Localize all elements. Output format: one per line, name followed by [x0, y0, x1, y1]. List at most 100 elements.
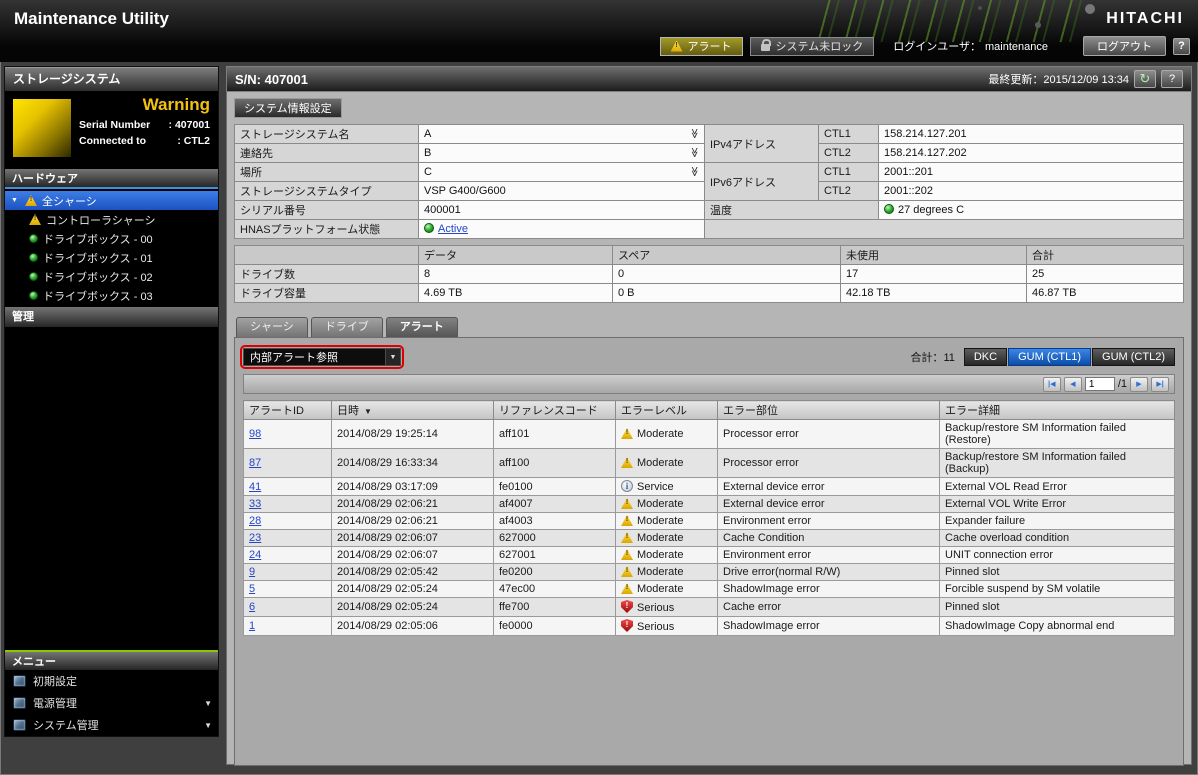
- first-page-button[interactable]: |◀: [1043, 377, 1061, 392]
- alert-id-link[interactable]: 6: [249, 601, 255, 613]
- column-header-reference-code[interactable]: リファレンスコード: [494, 401, 616, 420]
- next-page-button[interactable]: ▶: [1130, 377, 1148, 392]
- alert-part-cell: Environment error: [718, 547, 940, 564]
- tree-item-controller-chassis[interactable]: コントローラシャーシ: [5, 210, 218, 229]
- sn-header-right: 最終更新：2015/12/09 13:34 ↻ ?: [988, 70, 1183, 88]
- tree-item-all-chassis[interactable]: ▼ 全シャーシ: [5, 191, 218, 210]
- alert-datetime-cell: 2014/08/29 02:06:21: [332, 496, 494, 513]
- column-header-error-part[interactable]: エラー部位: [718, 401, 940, 420]
- hnas-value: Active: [419, 220, 705, 239]
- tab-alerts[interactable]: アラート: [386, 317, 458, 337]
- location-value: C≫: [419, 163, 705, 182]
- alert-filter-dropdown[interactable]: 内部アラート参照 ▼: [243, 348, 401, 366]
- tree-item-drive-box-00[interactable]: ドライブボックス - 00: [5, 229, 218, 248]
- green-status-icon: [884, 204, 894, 214]
- alert-id-link[interactable]: 87: [249, 457, 261, 469]
- alert-id-link[interactable]: 33: [249, 498, 261, 510]
- tree-item-drive-box-02[interactable]: ドライブボックス - 02: [5, 267, 218, 286]
- ipv4-ctl1-value: 158.214.127.201: [879, 125, 1184, 144]
- alert-part-cell: Drive error(normal R/W): [718, 564, 940, 581]
- pagination-toolbar: |◀ ◀ /1 ▶ ▶|: [243, 374, 1175, 394]
- alert-ref-cell: ffe700: [494, 598, 616, 617]
- sn-header: S/N: 407001 最終更新：2015/12/09 13:34 ↻ ?: [226, 66, 1192, 92]
- menu-item-label: 電源管理: [33, 695, 77, 711]
- alert-row: 23 2014/08/29 02:06:07 627000 Moderate C…: [244, 530, 1175, 547]
- tab-chassis[interactable]: シャーシ: [236, 317, 308, 337]
- scope-gum-ctl2-button[interactable]: GUM (CTL2): [1092, 348, 1175, 366]
- expand-chevron-icon[interactable]: ≫: [688, 128, 699, 138]
- alert-ref-cell: 47ec00: [494, 581, 616, 598]
- alert-row: 6 2014/08/29 02:05:24 ffe700 Serious Cac…: [244, 598, 1175, 617]
- storage-type-label: ストレージシステムタイプ: [235, 182, 419, 201]
- drive-col-total: 合計: [1027, 246, 1184, 265]
- ctl1-label: CTL1: [819, 163, 879, 182]
- last-update: 最終更新：2015/12/09 13:34: [988, 71, 1129, 87]
- system-unlock-button[interactable]: システム未ロック: [750, 37, 875, 56]
- tree-item-drive-box-01[interactable]: ドライブボックス - 01: [5, 248, 218, 267]
- alert-detail-cell: UNIT connection error: [940, 547, 1175, 564]
- hitachi-logo: HITACHI: [1106, 10, 1184, 28]
- scope-gum-ctl1-button[interactable]: GUM (CTL1): [1008, 348, 1091, 366]
- alert-row: 24 2014/08/29 02:06:07 627001 Moderate E…: [244, 547, 1175, 564]
- alert-id-link[interactable]: 5: [249, 583, 255, 595]
- expand-chevron-icon[interactable]: ≫: [688, 147, 699, 157]
- alert-id-link[interactable]: 24: [249, 549, 261, 561]
- green-status-icon: [424, 223, 434, 233]
- menu-item-power-management[interactable]: 電源管理 ▼: [5, 692, 218, 714]
- column-header-error-level[interactable]: エラーレベル: [616, 401, 718, 420]
- tree-item-label: ドライブボックス - 02: [43, 269, 153, 285]
- alert-part-cell: ShadowImage error: [718, 581, 940, 598]
- scope-button-group: DKC GUM (CTL1) GUM (CTL2): [963, 348, 1175, 366]
- alert-status-button[interactable]: アラート: [660, 37, 743, 56]
- system-info-settings-button[interactable]: システム情報設定: [234, 98, 342, 118]
- logout-button[interactable]: ログアウト: [1083, 36, 1166, 56]
- expand-chevron-icon[interactable]: ≫: [688, 166, 699, 176]
- alert-scope-controls: 合計：11 DKC GUM (CTL1) GUM (CTL2): [910, 348, 1175, 366]
- last-page-button[interactable]: ▶|: [1151, 377, 1169, 392]
- alert-part-cell: External device error: [718, 478, 940, 496]
- alert-part-cell: Processor error: [718, 449, 940, 478]
- empty-cell: [705, 220, 1184, 239]
- submenu-arrow-icon[interactable]: ▼: [204, 721, 212, 730]
- alert-datetime-cell: 2014/08/29 02:06:21: [332, 513, 494, 530]
- menu-item-system-management[interactable]: システム管理 ▼: [5, 714, 218, 736]
- scope-dkc-button[interactable]: DKC: [964, 348, 1007, 366]
- alert-detail-cell: External VOL Read Error: [940, 478, 1175, 496]
- alert-id-link[interactable]: 1: [249, 620, 255, 632]
- tree-item-drive-box-03[interactable]: ドライブボックス - 03: [5, 286, 218, 305]
- alert-id-link[interactable]: 9: [249, 566, 255, 578]
- storage-name-label: ストレージシステム名: [235, 125, 419, 144]
- alert-id-cell: 1: [244, 617, 332, 636]
- alert-detail-cell: Forcible suspend by SM volatile: [940, 581, 1175, 598]
- sidebar-title: ストレージシステム: [5, 67, 218, 91]
- dropdown-arrow-icon[interactable]: ▼: [385, 349, 400, 365]
- alert-ref-cell: af4003: [494, 513, 616, 530]
- refresh-button[interactable]: ↻: [1134, 70, 1156, 88]
- column-header-error-detail[interactable]: エラー詳細: [940, 401, 1175, 420]
- main-help-button[interactable]: ?: [1161, 70, 1183, 88]
- alert-id-link[interactable]: 23: [249, 532, 261, 544]
- alert-id-link[interactable]: 98: [249, 428, 261, 440]
- alert-row: 28 2014/08/29 02:06:21 af4003 Moderate E…: [244, 513, 1175, 530]
- alert-id-link[interactable]: 41: [249, 481, 261, 493]
- content-panel: システム情報設定 ストレージシステム名 A≫ IPv4アドレス CTL1 158…: [226, 92, 1192, 765]
- menu-item-initial-settings[interactable]: 初期設定: [5, 670, 218, 692]
- tree-caret-icon[interactable]: ▼: [11, 197, 20, 204]
- column-header-alert-id[interactable]: アラートID: [244, 401, 332, 420]
- alert-row: 5 2014/08/29 02:05:24 47ec00 Moderate Sh…: [244, 581, 1175, 598]
- header-help-button[interactable]: ?: [1173, 38, 1190, 55]
- alert-id-link[interactable]: 28: [249, 515, 261, 527]
- alert-part-cell: External device error: [718, 496, 940, 513]
- login-user-label: ログインユーザ：: [893, 41, 981, 53]
- tab-drives[interactable]: ドライブ: [311, 317, 383, 337]
- hnas-active-link[interactable]: Active: [438, 223, 468, 235]
- alert-datetime-cell: 2014/08/29 02:05:24: [332, 598, 494, 617]
- page-input[interactable]: [1085, 377, 1115, 391]
- column-header-datetime[interactable]: 日時▼: [332, 401, 494, 420]
- submenu-arrow-icon[interactable]: ▼: [204, 699, 212, 708]
- login-username: maintenance: [985, 41, 1048, 53]
- alert-part-cell: ShadowImage error: [718, 617, 940, 636]
- prev-page-button[interactable]: ◀: [1064, 377, 1082, 392]
- serial-number-value: : 407001: [169, 119, 210, 131]
- alert-ref-cell: fe0200: [494, 564, 616, 581]
